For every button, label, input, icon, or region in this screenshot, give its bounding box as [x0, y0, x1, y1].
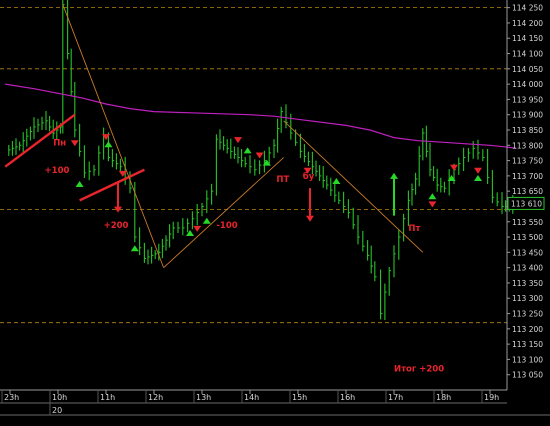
- x-tick-label: 16h: [340, 393, 355, 402]
- chart-annotation: Пт: [408, 224, 420, 234]
- y-tick-label: 114 150: [512, 34, 543, 43]
- y-tick-label: 114 250: [512, 4, 543, 13]
- price-chart: Пн +100 +200 -100 ПТ бу Пт Итог +200 114 250 114…: [0, 0, 550, 426]
- y-tick-label: 113 200: [512, 325, 543, 334]
- x-tick-label: 19h: [484, 393, 499, 402]
- y-tick-label: 114 200: [512, 19, 543, 28]
- y-tick-label: 113 350: [512, 279, 543, 288]
- y-tick-label: 113 550: [512, 218, 543, 227]
- x-tick-label: 13h: [196, 393, 211, 402]
- date-label: 20: [52, 406, 62, 415]
- y-tick-label: 113 850: [512, 126, 543, 135]
- y-tick-label: 113 700: [512, 172, 543, 181]
- y-tick-label: 114 050: [512, 65, 543, 74]
- chart-annotation: +100: [45, 166, 70, 176]
- chart-annotation: +200: [104, 221, 129, 231]
- y-tick-label: 113 450: [512, 248, 543, 257]
- y-tick-label: 113 300: [512, 294, 543, 303]
- y-tick-label: 113 800: [512, 141, 543, 150]
- y-tick-label: 113 650: [512, 187, 543, 196]
- x-tick-label: 23h: [4, 393, 19, 402]
- y-tick-label: 113 950: [512, 95, 543, 104]
- chart-annotation: ПТ: [276, 175, 289, 185]
- x-tick-label: 10h: [52, 393, 67, 402]
- y-tick-label: 113 400: [512, 264, 543, 273]
- x-tick-label: 12h: [148, 393, 163, 402]
- y-tick-label: 113 750: [512, 157, 543, 166]
- y-tick-label: 113 050: [512, 371, 543, 380]
- y-tick-label: 114 100: [512, 50, 543, 59]
- x-tick-label: 18h: [436, 393, 451, 402]
- y-tick-label: 113 150: [512, 340, 543, 349]
- x-tick-label: 11h: [100, 393, 115, 402]
- x-tick-label: 15h: [292, 393, 307, 402]
- current-price-label: 113 610: [511, 199, 542, 208]
- chart-annotation: -100: [216, 221, 237, 231]
- chart-annotation: Пн: [53, 138, 66, 148]
- x-tick-label: 14h: [244, 393, 259, 402]
- y-tick-label: 113 500: [512, 233, 543, 242]
- y-tick-label: 113 100: [512, 355, 543, 364]
- y-tick-label: 113 250: [512, 310, 543, 319]
- chart-background: [0, 0, 550, 426]
- chart-annotation: бу: [303, 171, 315, 182]
- y-tick-label: 113 900: [512, 111, 543, 120]
- y-tick-label: 114 000: [512, 80, 543, 89]
- chart-annotation: Итог +200: [394, 365, 444, 375]
- x-tick-label: 17h: [388, 393, 403, 402]
